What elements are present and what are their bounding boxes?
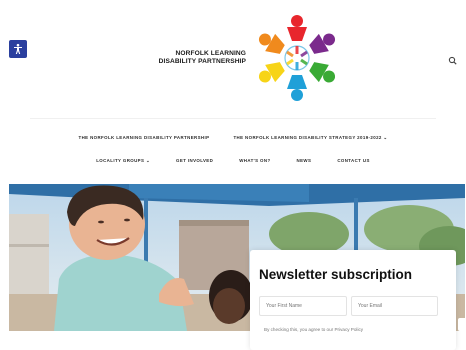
logo-line-1: NORFOLK LEARNING xyxy=(175,50,246,57)
search-button[interactable] xyxy=(447,54,459,66)
search-icon xyxy=(448,56,457,65)
logo-people-circle-icon[interactable] xyxy=(246,12,348,104)
primary-nav-row-2: LOCALITY GROUPS ⌄ GET INVOLVED WHAT'S ON… xyxy=(0,158,466,164)
nav-item-whats-on[interactable]: WHAT'S ON? xyxy=(239,158,270,164)
logo-line-2: DISABILITY PARTNERSHIP xyxy=(158,58,246,65)
accessibility-person-icon xyxy=(14,43,22,54)
primary-nav-row-1: THE NORFOLK LEARNING DISABILITY PARTNERS… xyxy=(0,135,466,141)
nav-item-news[interactable]: NEWS xyxy=(297,158,312,164)
email-input[interactable] xyxy=(351,296,438,316)
nav-item-locality-groups[interactable]: LOCALITY GROUPS ⌄ xyxy=(96,158,150,164)
side-widget-tab[interactable] xyxy=(458,318,466,331)
nav-item-get-involved[interactable]: GET INVOLVED xyxy=(176,158,213,164)
nav-item-contact-us[interactable]: CONTACT US xyxy=(337,158,369,164)
header-divider xyxy=(30,118,436,119)
site-logo-text[interactable]: NORFOLK LEARNING DISABILITY PARTNERSHIP xyxy=(128,50,246,66)
accessibility-button[interactable] xyxy=(9,40,27,58)
nav-item-strategy[interactable]: THE NORFOLK LEARNING DISABILITY STRATEGY… xyxy=(233,135,387,141)
newsletter-title: Newsletter subscription xyxy=(259,267,413,282)
first-name-input[interactable] xyxy=(259,296,347,316)
newsletter-card: Newsletter subscription By checking this… xyxy=(250,250,456,350)
nav-item-partnership[interactable]: THE NORFOLK LEARNING DISABILITY PARTNERS… xyxy=(79,135,210,141)
consent-text[interactable]: By checking this, you agree to our Priva… xyxy=(264,327,363,332)
